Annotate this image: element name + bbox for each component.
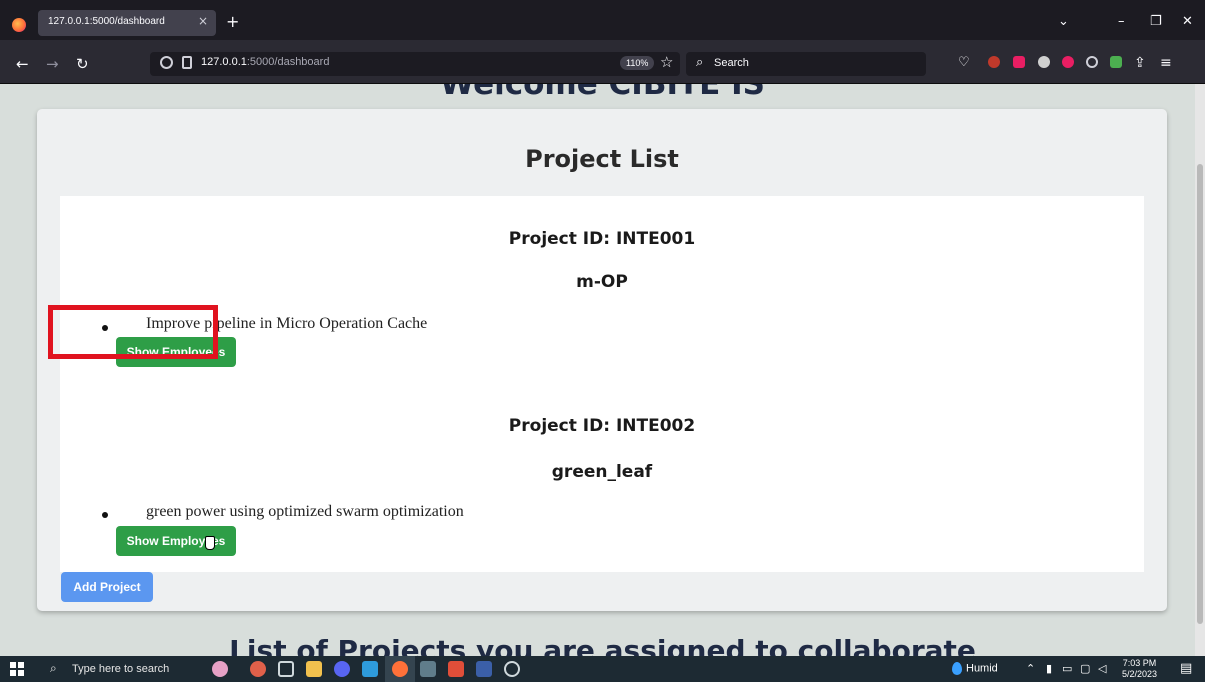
search-icon: ⌕ xyxy=(696,55,704,70)
bookmark-star-icon[interactable]: ☆ xyxy=(660,53,673,71)
add-project-button[interactable]: Add Project xyxy=(61,572,153,602)
tray-chevron-icon[interactable]: ⌃ xyxy=(1026,662,1035,675)
browser-search-box[interactable]: ⌕ Search xyxy=(686,52,926,76)
extension-icon[interactable] xyxy=(1110,56,1122,68)
taskbar-search[interactable]: ⌕ Type here to search xyxy=(40,656,200,682)
browser-tab-bar: 127.0.0.1:5000/dashboard × + ⌄ – ❐ ✕ xyxy=(0,0,1205,40)
discord-icon[interactable] xyxy=(334,661,350,677)
task-view-icon[interactable] xyxy=(278,661,294,677)
network-icon[interactable]: ▢ xyxy=(1080,662,1090,675)
taskbar-clock[interactable]: 7:03 PM 5/2/2023 xyxy=(1122,658,1157,680)
app-icon[interactable] xyxy=(420,661,436,677)
project-name: green_leaf xyxy=(551,462,653,482)
extension-icon[interactable] xyxy=(1062,56,1074,68)
close-window-button[interactable]: ✕ xyxy=(1182,14,1193,29)
windows-taskbar: ⌕ Type here to search Humid ⌃ ▮ ▭ ▢ ◁ 7:… xyxy=(0,656,1205,682)
pocket-icon[interactable]: ♡ xyxy=(958,55,970,70)
weather-widget[interactable]: Humid xyxy=(952,662,998,675)
taskbar-search-placeholder: Type here to search xyxy=(72,663,170,675)
welcome-heading: Welcome CIBITE IS xyxy=(440,84,765,102)
browser-tab[interactable]: 127.0.0.1:5000/dashboard × xyxy=(38,10,216,36)
app-icon[interactable] xyxy=(448,661,464,677)
menu-icon[interactable]: ≡ xyxy=(1160,55,1172,71)
powershell-icon[interactable] xyxy=(476,661,492,677)
forward-icon[interactable]: → xyxy=(46,55,59,73)
page-info-icon[interactable] xyxy=(182,56,192,69)
clock-time: 7:03 PM xyxy=(1122,658,1157,668)
extension-icon[interactable] xyxy=(1086,56,1098,68)
project-description: green power using optimized swarm optimi… xyxy=(146,503,464,520)
new-tab-button[interactable]: + xyxy=(226,12,239,31)
vscode-icon[interactable] xyxy=(362,661,378,677)
zoom-level-badge[interactable]: 110% xyxy=(620,56,655,70)
microphone-icon[interactable]: ▮ xyxy=(1046,662,1052,675)
restore-button[interactable]: ❐ xyxy=(1150,14,1162,29)
highlight-box xyxy=(48,305,218,359)
battery-icon[interactable]: ▭ xyxy=(1062,662,1072,675)
file-explorer-icon[interactable] xyxy=(306,661,322,677)
scrollbar-thumb[interactable] xyxy=(1197,164,1203,624)
mouse-cursor-icon xyxy=(205,536,215,550)
page-scrollbar[interactable] xyxy=(1195,84,1205,656)
show-employees-button[interactable]: Show Employees xyxy=(116,526,236,556)
reload-icon[interactable]: ↻ xyxy=(76,55,89,73)
app-icon[interactable] xyxy=(504,661,520,677)
extension-icon[interactable] xyxy=(1013,56,1025,68)
tracking-protection-icon[interactable] xyxy=(160,56,173,69)
clock-date: 5/2/2023 xyxy=(1122,669,1158,679)
minimize-button[interactable]: – xyxy=(1118,14,1125,29)
url-bar[interactable]: 127.0.0.1:5000/dashboard 110% ☆ xyxy=(150,52,680,76)
volume-icon[interactable]: ◁ xyxy=(1098,662,1106,675)
extension-icon[interactable] xyxy=(1038,56,1050,68)
share-icon[interactable]: ⇪ xyxy=(1134,55,1146,71)
list-tabs-icon[interactable]: ⌄ xyxy=(1058,14,1069,29)
flower-widget-icon[interactable] xyxy=(212,661,228,677)
project-id: Project ID: INTE002 xyxy=(508,416,696,436)
project-list: Project ID: INTE001 m-OP Improve pipelin… xyxy=(60,196,1144,572)
card-title: Project List xyxy=(525,145,679,173)
tab-title: 127.0.0.1:5000/dashboard xyxy=(48,16,165,27)
search-placeholder: Search xyxy=(714,57,749,69)
extension-icon[interactable] xyxy=(988,56,1000,68)
project-name: m-OP xyxy=(576,272,628,292)
firefox-icon[interactable] xyxy=(12,18,26,32)
notification-icon[interactable]: ▤ xyxy=(1180,661,1192,676)
search-icon: ⌕ xyxy=(50,661,57,675)
page-viewport: Welcome CIBITE IS Project List Project I… xyxy=(0,84,1205,656)
flower-widget-icon[interactable] xyxy=(250,661,266,677)
project-id: Project ID: INTE001 xyxy=(508,229,696,249)
firefox-taskbar-icon[interactable] xyxy=(392,661,408,677)
back-icon[interactable]: ← xyxy=(16,55,29,73)
assigned-projects-heading: List of Projects you are assigned to col… xyxy=(229,634,976,656)
weather-icon xyxy=(952,662,962,675)
windows-start-icon[interactable] xyxy=(10,662,24,676)
bullet xyxy=(102,512,108,518)
tab-close-icon[interactable]: × xyxy=(198,14,208,28)
url-text[interactable]: 127.0.0.1:5000/dashboard xyxy=(201,56,329,68)
